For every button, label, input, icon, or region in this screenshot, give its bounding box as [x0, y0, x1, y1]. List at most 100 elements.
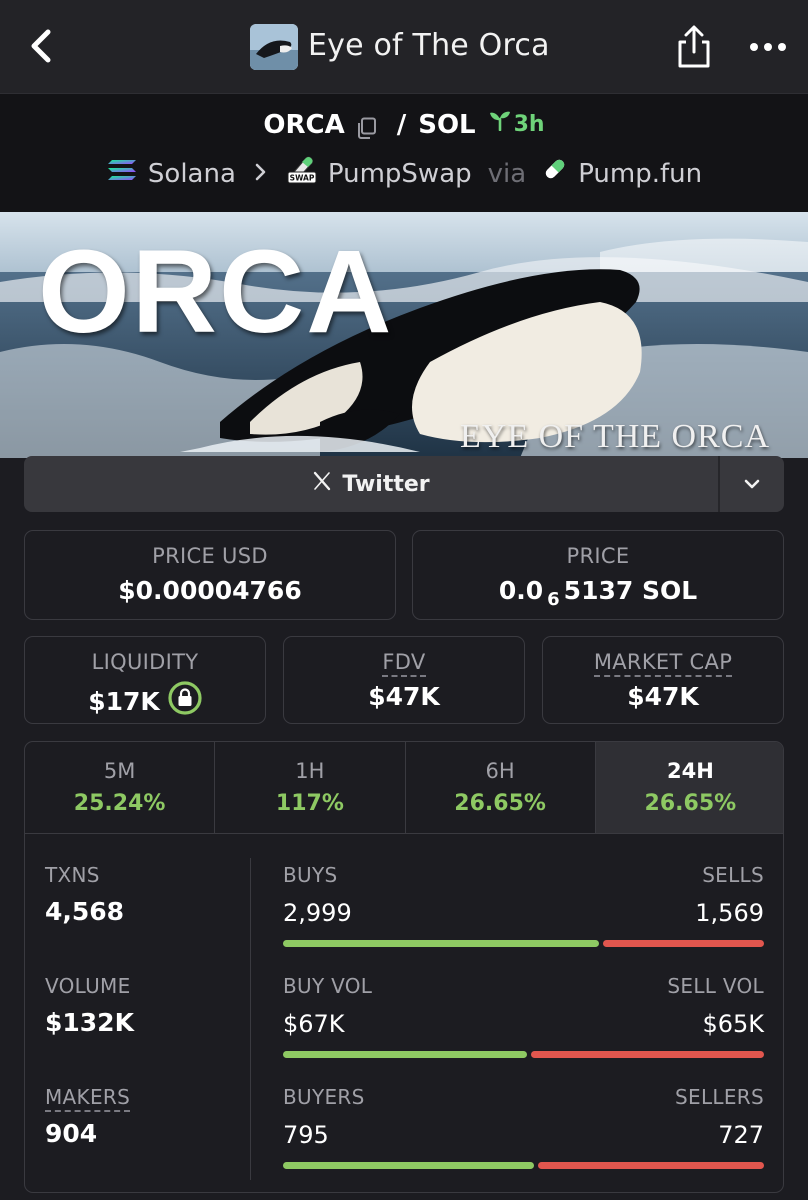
- buys-label: BUYS: [283, 863, 338, 887]
- price-native-label: PRICE: [566, 544, 630, 568]
- price-native-suffix: 5137 SOL: [563, 576, 698, 605]
- market-cap-box: MARKET CAP $47K: [542, 636, 784, 724]
- volume-stat: VOLUME $132K: [45, 973, 134, 1039]
- fdv-box: FDV $47K: [283, 636, 525, 724]
- pair-separator: /: [396, 110, 407, 140]
- price-usd-box: PRICE USD $0.00004766: [24, 530, 396, 620]
- price-native-zero-count: 6: [547, 589, 560, 610]
- copy-icon[interactable]: [355, 114, 377, 139]
- buy-vol-label: BUY VOL: [283, 974, 373, 998]
- tab-1h[interactable]: 1H 117%: [215, 742, 406, 833]
- chevron-right-icon: [254, 157, 268, 191]
- txns-value: 4,568: [45, 897, 125, 926]
- fdv-text: $47K: [368, 682, 440, 711]
- twitter-label: Twitter: [342, 471, 430, 497]
- app-title: Eye of The Orca: [308, 28, 550, 63]
- buys-sells-stat: BUYS SELLS 2,999 1,569: [283, 862, 764, 948]
- sell-vol-value: $65K: [702, 1010, 764, 1038]
- fdv-label[interactable]: FDV: [382, 650, 426, 677]
- price-native-box: PRICE 0.0 6 5137 SOL: [412, 530, 784, 620]
- sell-vol-label: SELL VOL: [667, 974, 764, 998]
- sells-value: 1,569: [695, 899, 764, 927]
- route-line: Solana SWAP PumpSwap via Pump.fun: [0, 154, 808, 193]
- makers-value: 904: [45, 1119, 98, 1148]
- sellers-value: 727: [718, 1121, 764, 1149]
- txns-label: TXNS: [45, 863, 100, 887]
- timeframe-tabs: 5M 25.24% 1H 117% 6H 26.65% 24H 26.65%: [25, 742, 783, 834]
- price-usd-value: $0.00004766: [25, 575, 395, 607]
- pair-age: 3h: [488, 108, 545, 142]
- liquidity-label: LIQUIDITY: [91, 650, 199, 674]
- links-dropdown-button[interactable]: [718, 456, 784, 512]
- volume-ratio-bar: [283, 1051, 764, 1058]
- pair-line: ORCA / SOL 3h: [0, 108, 808, 142]
- buyers-ratio-bar: [283, 1162, 764, 1169]
- tab-1h-label: 1H: [295, 759, 325, 783]
- top-nav-bar: Eye of The Orca: [0, 0, 808, 94]
- sellers-bar: [538, 1162, 764, 1169]
- chain-name[interactable]: Solana: [148, 157, 236, 191]
- market-cap-text: $47K: [627, 682, 699, 711]
- lock-icon[interactable]: [168, 681, 202, 723]
- banner-tagline: EYE OF THE ORCA: [460, 418, 770, 455]
- chevron-down-icon: [743, 475, 761, 494]
- tab-6h-change: 26.65%: [454, 791, 546, 816]
- token-avatar: [250, 24, 298, 70]
- sells-bar: [603, 940, 764, 947]
- buyers-bar: [283, 1162, 535, 1169]
- sells-label: SELLS: [702, 863, 764, 887]
- price-native-value: 0.0 6 5137 SOL: [413, 575, 783, 610]
- launchpad-name[interactable]: Pump.fun: [578, 157, 702, 191]
- share-icon[interactable]: [674, 24, 714, 70]
- base-symbol: ORCA: [263, 110, 345, 140]
- banner-title: ORCA: [38, 226, 394, 358]
- solana-icon: [106, 157, 138, 191]
- buyvol-sellvol-stat: BUY VOL SELL VOL $67K $65K: [283, 973, 764, 1059]
- tab-6h-label: 6H: [485, 759, 515, 783]
- twitter-link-bar: Twitter: [24, 456, 784, 512]
- buy-vol-bar: [283, 1051, 528, 1058]
- column-divider: [250, 858, 251, 1180]
- buyers-value: 795: [283, 1121, 329, 1149]
- seedling-icon: [488, 108, 512, 142]
- buys-sells-ratio-bar: [283, 940, 764, 947]
- buys-bar: [283, 940, 600, 947]
- pumpswap-icon: SWAP: [286, 154, 318, 193]
- activity-panel: 5M 25.24% 1H 117% 6H 26.65% 24H 26.65% T…: [24, 741, 784, 1193]
- liquidity-text: $17K: [88, 687, 160, 716]
- price-native-prefix: 0.0: [498, 576, 544, 605]
- liquidity-value: $17K: [25, 681, 265, 723]
- pair-age-text: 3h: [513, 112, 545, 137]
- pair-header: ORCA / SOL 3h Solana SWAP PumpSwap via P…: [0, 94, 808, 212]
- buy-vol-value: $67K: [283, 1010, 345, 1038]
- via-label: via: [487, 158, 527, 189]
- txns-stat: TXNS 4,568: [45, 862, 124, 928]
- buys-value: 2,999: [283, 899, 352, 927]
- sellers-label: SELLERS: [675, 1085, 764, 1109]
- dex-name[interactable]: PumpSwap: [328, 157, 472, 191]
- pumpfun-pill-icon: [542, 156, 568, 191]
- tab-24h[interactable]: 24H 26.65%: [595, 742, 783, 833]
- tab-24h-label: 24H: [666, 759, 714, 783]
- market-cap-label[interactable]: MARKET CAP: [593, 650, 733, 677]
- back-chevron-icon[interactable]: [22, 24, 62, 68]
- more-dots-icon[interactable]: [746, 30, 790, 64]
- tab-5m-label: 5M: [103, 759, 136, 783]
- volume-value: $132K: [45, 1008, 134, 1037]
- x-logo-icon: [312, 471, 332, 497]
- price-usd-label: PRICE USD: [152, 544, 268, 568]
- token-banner-image: ORCA EYE OF THE ORCA: [0, 212, 808, 458]
- liquidity-box: LIQUIDITY $17K: [24, 636, 266, 724]
- market-cap-value: $47K: [543, 681, 783, 713]
- sell-vol-bar: [531, 1051, 764, 1058]
- svg-text:SWAP: SWAP: [290, 174, 315, 183]
- tab-6h[interactable]: 6H 26.65%: [406, 742, 596, 833]
- makers-stat: MAKERS 904: [45, 1084, 131, 1150]
- tab-5m-change: 25.24%: [73, 791, 166, 816]
- price-usd-text: $0.00004766: [118, 576, 302, 605]
- buyers-label: BUYERS: [283, 1085, 365, 1109]
- tab-1h-change: 117%: [275, 791, 344, 816]
- makers-label[interactable]: MAKERS: [45, 1085, 131, 1112]
- twitter-button[interactable]: Twitter: [24, 456, 718, 512]
- tab-5m[interactable]: 5M 25.24%: [25, 742, 216, 833]
